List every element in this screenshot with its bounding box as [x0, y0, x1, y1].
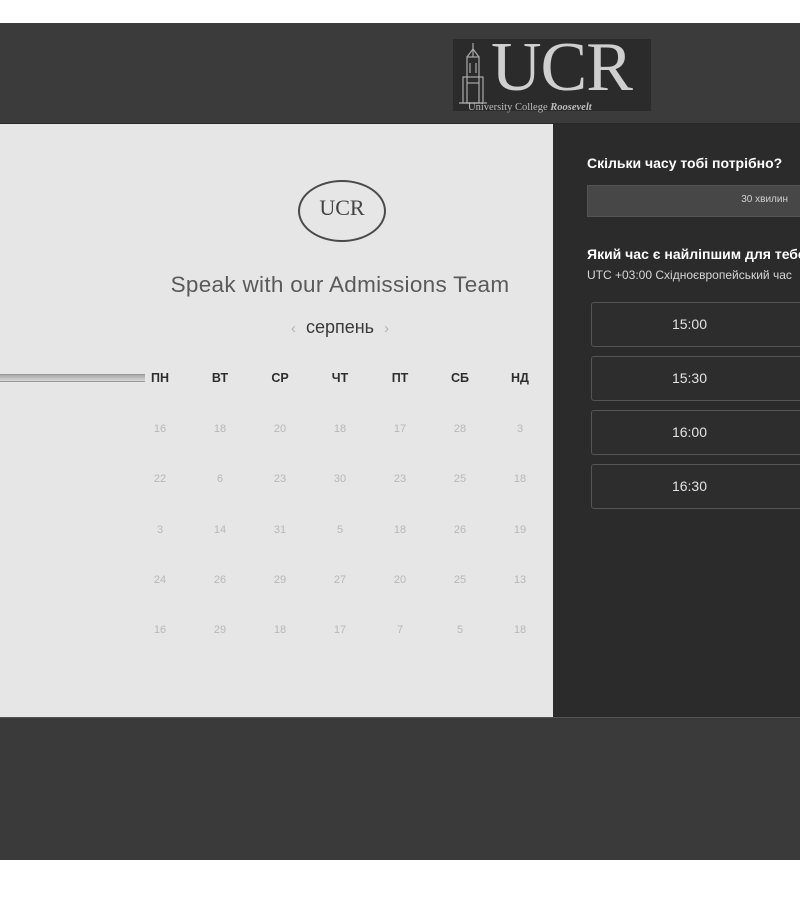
chevron-right-icon[interactable]: ›	[384, 320, 389, 337]
calendar-day[interactable]: 14	[200, 524, 240, 536]
calendar-day[interactable]: 3	[500, 423, 540, 435]
calendar-day[interactable]: 22	[140, 473, 180, 485]
calendar-day[interactable]: 16	[140, 624, 180, 636]
ucr-badge-logo: UCR	[298, 180, 386, 242]
month-switcher: ‹ серпень ›	[240, 317, 440, 338]
calendar-day[interactable]: 13	[500, 574, 540, 586]
calendar-day[interactable]: 23	[380, 473, 420, 485]
calendar-day[interactable]: 24	[140, 574, 180, 586]
calendar-day[interactable]: 20	[260, 423, 300, 435]
weekday-label: ПТ	[391, 371, 409, 385]
tower-icon	[459, 43, 487, 104]
calendar-day[interactable]: 30	[320, 473, 360, 485]
calendar-day[interactable]: 31	[260, 524, 300, 536]
calendar-day[interactable]: 5	[440, 624, 480, 636]
page-title: Speak with our Admissions Team	[170, 272, 510, 297]
month-label: серпень	[305, 317, 375, 337]
logo-subtitle: University College Roosevelt	[468, 102, 592, 113]
calendar-day[interactable]: 29	[260, 574, 300, 586]
calendar-day[interactable]: 18	[380, 524, 420, 536]
duration-value: 30 хвилин	[741, 194, 788, 205]
chevron-left-icon[interactable]: ‹	[291, 320, 296, 337]
weekday-label: ЧТ	[331, 371, 349, 385]
scroll-slider[interactable]	[0, 374, 145, 382]
time-slot-label: 15:00	[671, 316, 708, 332]
calendar-day[interactable]: 23	[260, 473, 300, 485]
calendar-day[interactable]: 18	[500, 624, 540, 636]
calendar-day[interactable]: 20	[380, 574, 420, 586]
calendar-day[interactable]: 29	[200, 624, 240, 636]
timezone-label: UTC +03:00 Східноєвропейський час	[587, 268, 792, 282]
calendar-day[interactable]: 18	[320, 423, 360, 435]
time-selection-panel: Скільки часу тобі потрібно? 30 хвилин Як…	[553, 124, 800, 717]
time-slot-label: 16:00	[671, 424, 708, 440]
duration-question: Скільки часу тобі потрібно?	[587, 155, 783, 171]
time-slot-label: 16:30	[671, 478, 708, 494]
calendar-day[interactable]: 18	[260, 624, 300, 636]
calendar-day[interactable]: 18	[500, 473, 540, 485]
calendar-day[interactable]: 7	[380, 624, 420, 636]
time-slot-button[interactable]: 15:30	[591, 356, 800, 401]
time-slot-button[interactable]: 15:00	[591, 302, 800, 347]
calendar-day[interactable]: 16	[140, 423, 180, 435]
calendar-day[interactable]: 25	[440, 574, 480, 586]
calendar-day[interactable]: 3	[140, 524, 180, 536]
logo-subtitle-italic: Roosevelt	[550, 102, 592, 113]
calendar-day[interactable]: 26	[200, 574, 240, 586]
time-slot-button[interactable]: 16:30	[591, 464, 800, 509]
duration-select[interactable]: 30 хвилин	[587, 185, 800, 217]
time-slot-label: 15:30	[671, 370, 708, 386]
booking-widget: UCR University College Roosevelt UCR Spe…	[0, 23, 800, 860]
page-footer	[0, 717, 800, 860]
time-question: Який час є найліпшим для тебе?	[587, 246, 800, 262]
calendar-day[interactable]: 5	[320, 524, 360, 536]
calendar-day[interactable]: 17	[380, 423, 420, 435]
badge-text: UCR	[319, 195, 365, 220]
time-slot-button[interactable]: 16:00	[591, 410, 800, 455]
logo-wordmark: UCR	[491, 29, 633, 106]
calendar-day[interactable]: 6	[200, 473, 240, 485]
weekday-label: СБ	[450, 371, 469, 385]
calendar-day[interactable]: 17	[320, 624, 360, 636]
calendar-day[interactable]: 18	[200, 423, 240, 435]
calendar-day[interactable]: 25	[440, 473, 480, 485]
weekday-label: ПН	[150, 371, 169, 385]
weekday-label: НД	[511, 371, 529, 385]
calendar-panel: UCR Speak with our Admissions Team ‹ серп…	[0, 124, 553, 717]
calendar-day[interactable]: 28	[440, 423, 480, 435]
site-header: UCR University College Roosevelt	[0, 23, 800, 124]
ucr-logo: UCR University College Roosevelt	[453, 33, 651, 113]
weekday-label: СР	[271, 371, 289, 385]
calendar-day[interactable]: 27	[320, 574, 360, 586]
calendar-day[interactable]: 26	[440, 524, 480, 536]
weekday-label: ВТ	[211, 371, 229, 385]
calendar-day[interactable]: 19	[500, 524, 540, 536]
logo-subtitle-text: University College	[468, 102, 548, 113]
